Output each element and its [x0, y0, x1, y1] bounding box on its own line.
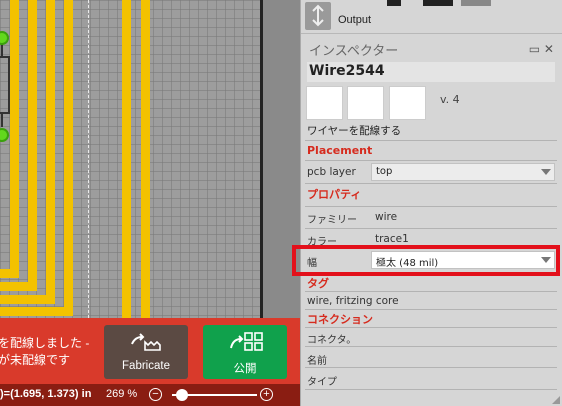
type-label: タイプ [307, 377, 337, 388]
pcb-view-image [389, 86, 426, 120]
schematic-view-image [347, 86, 384, 120]
resize-grip-icon[interactable] [552, 396, 560, 404]
cursor-coordinates: )=(1.695, 1.373) in [0, 388, 92, 400]
board-outline-guide [88, 0, 89, 318]
tags-heading[interactable]: タグ [307, 275, 329, 291]
component-lead [1, 113, 3, 127]
divider [305, 309, 557, 310]
trace[interactable] [122, 0, 131, 318]
trace[interactable] [0, 307, 73, 316]
connector-label: コネクタ。 [307, 335, 357, 346]
connections-heading[interactable]: コネクション [307, 311, 373, 327]
app-window: を配線しました - が未配線です Fabricate 公開)=(1.695, … [0, 0, 562, 406]
fabricate-icon [104, 330, 188, 360]
divider [305, 228, 557, 229]
zoom-out-button[interactable]: − [149, 388, 162, 401]
output-thumb [423, 0, 453, 6]
color-value: trace1 [375, 233, 409, 245]
part-version: v. 4 [440, 93, 460, 106]
part-title-text: Wire2544 [309, 63, 385, 79]
routing-status-line-1: を配線しました - [0, 336, 90, 350]
trace[interactable] [46, 0, 55, 303]
trace[interactable] [64, 0, 73, 315]
pcb-canvas[interactable] [0, 0, 300, 318]
inspector-title: インスペクター [309, 44, 399, 59]
divider [305, 140, 557, 141]
part-description: ワイヤーを配線する [307, 125, 402, 137]
divider [305, 346, 557, 347]
canvas-grid [0, 0, 300, 318]
divider [305, 327, 557, 328]
divider [305, 291, 557, 292]
component-lead [1, 44, 3, 58]
divider [305, 206, 557, 207]
fabricate-button[interactable]: Fabricate [104, 325, 188, 379]
trace[interactable] [0, 282, 37, 291]
family-value: wire [375, 211, 398, 223]
pcb-layer-value: top [376, 166, 393, 177]
tags-value: wire, fritzing core [307, 295, 399, 307]
pcb-layer-label: pcb layer [307, 166, 356, 178]
divider [305, 183, 557, 184]
breadboard-view-image [306, 86, 343, 120]
family-label: ファミリー [307, 215, 357, 226]
status-bar: )=(1.695, 1.373) in 269 % − + [0, 384, 300, 406]
chevron-down-icon [541, 169, 551, 175]
share-button[interactable]: 公開 [203, 325, 287, 379]
output-panel: Output [301, 0, 562, 34]
routing-status-line-2: が未配線です [0, 353, 71, 367]
routing-status-bar: を配線しました - が未配線です Fabricate 公開 [0, 318, 300, 384]
zoom-slider-thumb[interactable] [176, 389, 189, 401]
trace[interactable] [0, 269, 19, 278]
zoom-level: 269 % [106, 388, 138, 400]
name-label: 名前 [307, 356, 327, 367]
trace[interactable] [28, 0, 37, 290]
divider [305, 389, 557, 390]
output-thumb [461, 0, 491, 6]
trace[interactable] [141, 0, 150, 318]
panel-window-icons[interactable]: ▭ ✕ [529, 42, 554, 56]
right-dock: Output インスペクター ▭ ✕ Wire2544 v. 4 ワイヤーを配線… [300, 0, 562, 406]
part-title[interactable]: Wire2544 [307, 62, 555, 82]
resistor-body[interactable] [0, 56, 10, 114]
pcb-layer-select[interactable]: top [371, 163, 555, 181]
share-icon [203, 330, 287, 360]
placement-heading[interactable]: Placement [307, 144, 372, 157]
trace[interactable] [10, 0, 19, 278]
share-label: 公開 [233, 363, 257, 375]
zoom-in-button[interactable]: + [260, 388, 273, 401]
output-icon[interactable] [305, 2, 331, 30]
fabricate-label: Fabricate [122, 360, 170, 372]
properties-heading[interactable]: プロパティ [307, 186, 361, 202]
divider [305, 160, 557, 161]
highlight-box [292, 245, 560, 276]
divider [305, 367, 557, 368]
output-label: Output [338, 14, 372, 26]
output-thumb [387, 0, 401, 6]
trace[interactable] [0, 295, 55, 304]
